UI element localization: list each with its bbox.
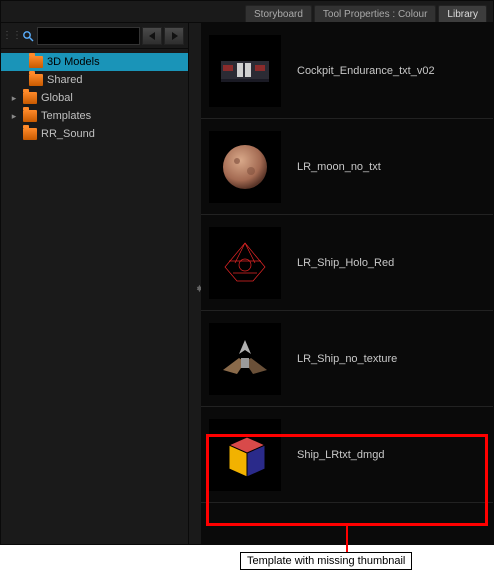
item-label: LR_Ship_no_texture — [297, 353, 397, 365]
search-icon — [21, 29, 35, 43]
folder-icon — [29, 56, 43, 68]
tab-library[interactable]: Library — [438, 5, 487, 22]
tree-item-label: Templates — [41, 110, 91, 122]
list-item[interactable]: LR_moon_no_txt — [201, 119, 493, 215]
tree-item-label: Shared — [47, 74, 82, 86]
expander-icon[interactable]: ▸ — [9, 111, 19, 122]
tree-item-label: Global — [41, 92, 73, 104]
item-label: LR_Ship_Holo_Red — [297, 257, 394, 269]
tree-item-rr-sound[interactable]: RR_Sound — [1, 125, 188, 143]
folder-icon — [29, 74, 43, 86]
thumbnail-holo — [209, 227, 281, 299]
thumbnail-list: Cockpit_Endurance_txt_v02 — [201, 23, 493, 544]
item-label: LR_moon_no_txt — [297, 161, 381, 173]
nav-next-button[interactable] — [164, 27, 184, 45]
nav-prev-button[interactable] — [142, 27, 162, 45]
main-area: ⋮⋮ 3D Models Shared — [1, 23, 493, 544]
triangle-right-icon — [171, 32, 178, 40]
annotation-connector — [346, 526, 348, 552]
thumbnail-ship — [209, 323, 281, 395]
tree-item-templates[interactable]: ▸ Templates — [1, 107, 188, 125]
tree-item-label: 3D Models — [47, 56, 100, 68]
tab-storyboard[interactable]: Storyboard — [245, 5, 312, 22]
splitter-handle[interactable]: ▲▼ — [189, 23, 201, 544]
thumbnail-moon — [209, 131, 281, 203]
folder-icon — [23, 110, 37, 122]
expander-icon[interactable]: ▸ — [9, 93, 19, 104]
triangle-left-icon — [149, 32, 156, 40]
list-item[interactable]: LR_Ship_no_texture — [201, 311, 493, 407]
folder-tree: 3D Models Shared ▸ Global ▸ Templates — [1, 49, 188, 544]
tree-item-3d-models[interactable]: 3D Models — [1, 53, 188, 71]
folder-icon — [23, 128, 37, 140]
search-input[interactable] — [37, 27, 140, 45]
tree-item-global[interactable]: ▸ Global — [1, 89, 188, 107]
tree-item-label: RR_Sound — [41, 128, 95, 140]
thumbnail-missing-cube — [209, 419, 281, 491]
panel-tabs: Storyboard Tool Properties : Colour Libr… — [1, 1, 493, 23]
folder-icon — [23, 92, 37, 104]
toolbar-handle-icon: ⋮⋮ — [5, 30, 19, 41]
library-panel: Storyboard Tool Properties : Colour Libr… — [0, 0, 494, 545]
sidebar: ⋮⋮ 3D Models Shared — [1, 23, 189, 544]
item-label: Ship_LRtxt_dmgd — [297, 449, 384, 461]
list-item[interactable]: Cockpit_Endurance_txt_v02 — [201, 23, 493, 119]
tab-tool-properties[interactable]: Tool Properties : Colour — [314, 5, 437, 22]
sidebar-toolbar: ⋮⋮ — [1, 23, 188, 49]
annotation-label: Template with missing thumbnail — [240, 552, 412, 570]
item-label: Cockpit_Endurance_txt_v02 — [297, 65, 435, 77]
list-item[interactable]: LR_Ship_Holo_Red — [201, 215, 493, 311]
list-item[interactable]: Ship_LRtxt_dmgd — [201, 407, 493, 503]
thumbnail-cockpit — [209, 35, 281, 107]
tree-item-shared[interactable]: Shared — [1, 71, 188, 89]
